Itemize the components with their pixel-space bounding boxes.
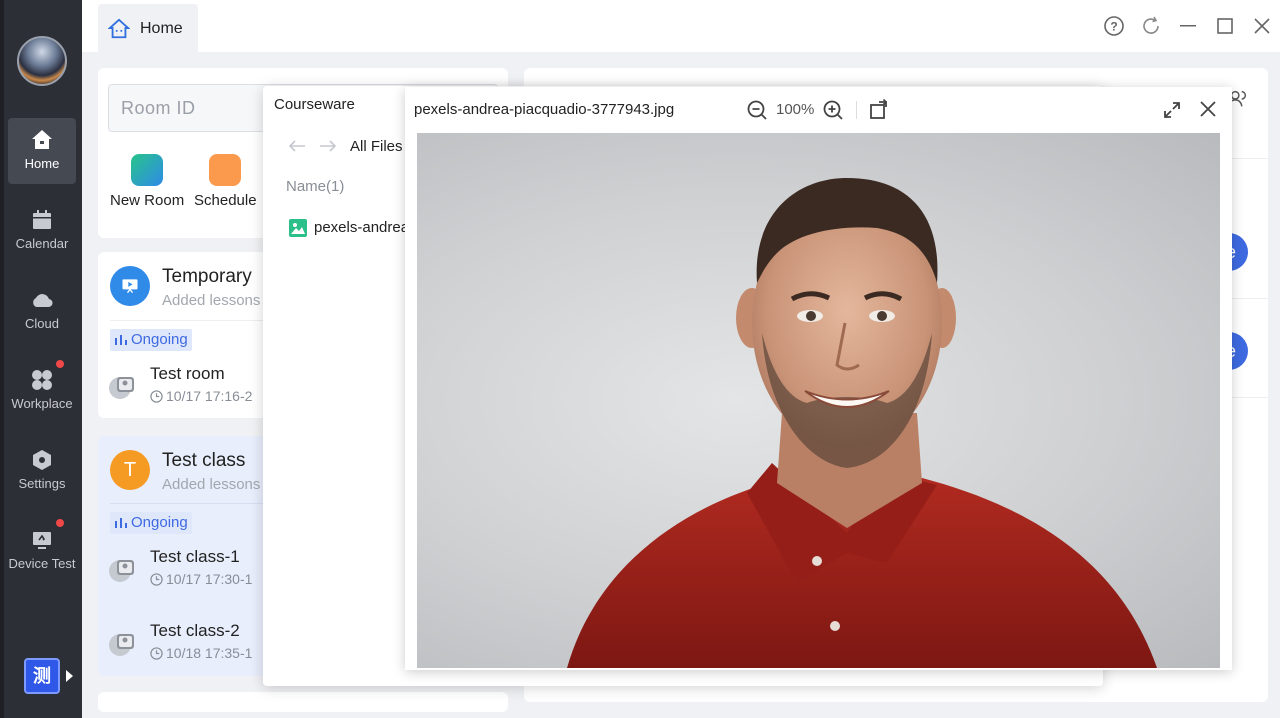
sidebar-item-label: Workplace [11, 396, 73, 411]
sidebar-item-cloud[interactable]: Cloud [8, 278, 76, 344]
fullscreen-icon[interactable] [1161, 99, 1183, 121]
home-tab-icon [108, 18, 130, 39]
class-avatar: T [110, 450, 150, 490]
refresh-icon[interactable] [1139, 14, 1163, 38]
toolbar-separator [856, 101, 857, 119]
sidebar-item-home[interactable]: Home [8, 118, 76, 184]
new-room-icon [131, 154, 164, 186]
notification-dot [56, 519, 64, 527]
help-icon[interactable]: ? [1102, 14, 1126, 38]
home-icon [32, 130, 52, 149]
lesson-time: 10/18 17:35-1 [150, 645, 252, 661]
zoom-in-icon[interactable] [822, 99, 844, 121]
sidebar-item-label: Settings [18, 476, 66, 491]
card-title: Temporary [162, 266, 252, 287]
zoom-out-icon[interactable] [746, 99, 768, 121]
sidebar-item-label: Device Test [8, 556, 76, 571]
lesson-title: Test class-1 [150, 547, 240, 566]
close-preview-icon[interactable] [1197, 98, 1219, 120]
portrait-photo [567, 178, 1157, 668]
sidebar-item-settings[interactable]: Settings [8, 438, 76, 504]
lesson-time: 10/17 17:30-1 [150, 571, 252, 587]
calendar-icon [33, 210, 51, 229]
ongoing-bars-icon [115, 518, 127, 528]
card-title: Test class [162, 450, 246, 471]
minimize-icon[interactable] [1176, 14, 1200, 38]
clock-icon [150, 647, 163, 660]
courseware-title: Courseware [274, 96, 355, 113]
image-preview-window: pexels-andrea-piacquadio-3777943.jpg 100… [405, 87, 1232, 670]
presentation-icon [110, 266, 150, 306]
sidebar-item-workplace[interactable]: Workplace [8, 358, 76, 424]
breadcrumb-all-files[interactable]: All Files [350, 138, 403, 155]
lesson-time-text: 10/18 17:35-1 [166, 645, 253, 661]
cloud-icon [33, 294, 53, 308]
sidebar-item-label: Home [24, 156, 60, 171]
clock-icon [150, 390, 163, 403]
clock-icon [150, 573, 163, 586]
sidebar-item-calendar[interactable]: Calendar [8, 198, 76, 264]
file-list-item[interactable]: pexels-andrea [314, 219, 409, 236]
sidebar-item-device-test[interactable]: Device Test [8, 518, 76, 584]
lesson-title: Test class-2 [150, 621, 240, 640]
lesson-title: Test room [150, 364, 225, 383]
device-test-icon [33, 532, 51, 549]
settings-icon [33, 450, 51, 470]
lesson-icon [109, 377, 134, 399]
schedule-button[interactable]: Schedule [194, 154, 257, 209]
tab-label: Home [140, 20, 183, 37]
notification-dot [56, 360, 64, 368]
schedule-label: Schedule [194, 192, 257, 209]
status-badge: Ongoing [110, 512, 192, 534]
svg-text:?: ? [1110, 20, 1117, 34]
lesson-icon [109, 560, 134, 582]
expand-arrow-icon[interactable] [66, 670, 73, 682]
tab-home[interactable]: Home [98, 4, 198, 52]
app-badge[interactable]: 测 [24, 658, 60, 694]
sidebar: Home Calendar Cloud Workplace Settings D… [0, 0, 82, 718]
back-arrow-icon[interactable] [287, 138, 307, 154]
image-file-icon [289, 219, 307, 237]
zoom-level: 100% [776, 101, 815, 118]
column-name-header[interactable]: Name(1) [286, 178, 344, 195]
lesson-icon [109, 634, 134, 656]
rotate-icon[interactable] [869, 98, 891, 120]
user-avatar[interactable] [17, 36, 67, 86]
preview-file-name: pexels-andrea-piacquadio-3777943.jpg [414, 101, 675, 118]
status-text: Ongoing [131, 514, 188, 531]
ongoing-bars-icon [115, 335, 127, 345]
lesson-time-text: 10/17 17:30-1 [166, 571, 253, 587]
status-badge: Ongoing [110, 329, 192, 351]
forward-arrow-icon[interactable] [318, 138, 338, 154]
sidebar-item-label: Cloud [25, 316, 59, 331]
new-room-label: New Room [110, 192, 185, 209]
workplace-icon [32, 370, 52, 390]
preview-image [417, 133, 1220, 668]
schedule-icon [209, 154, 242, 186]
sidebar-item-label: Calendar [15, 236, 69, 251]
card-subtitle: Added lessons [162, 292, 261, 309]
lesson-time: 10/17 17:16-2 [150, 388, 252, 404]
new-room-button[interactable]: New Room [110, 154, 184, 209]
card-subtitle: Added lessons [162, 476, 261, 493]
close-window-icon[interactable] [1250, 14, 1274, 38]
status-text: Ongoing [131, 331, 188, 348]
maximize-icon[interactable] [1213, 14, 1237, 38]
top-bar: Home ? [82, 0, 1280, 52]
class-card-partial [98, 692, 508, 712]
lesson-time-text: 10/17 17:16-2 [166, 388, 253, 404]
